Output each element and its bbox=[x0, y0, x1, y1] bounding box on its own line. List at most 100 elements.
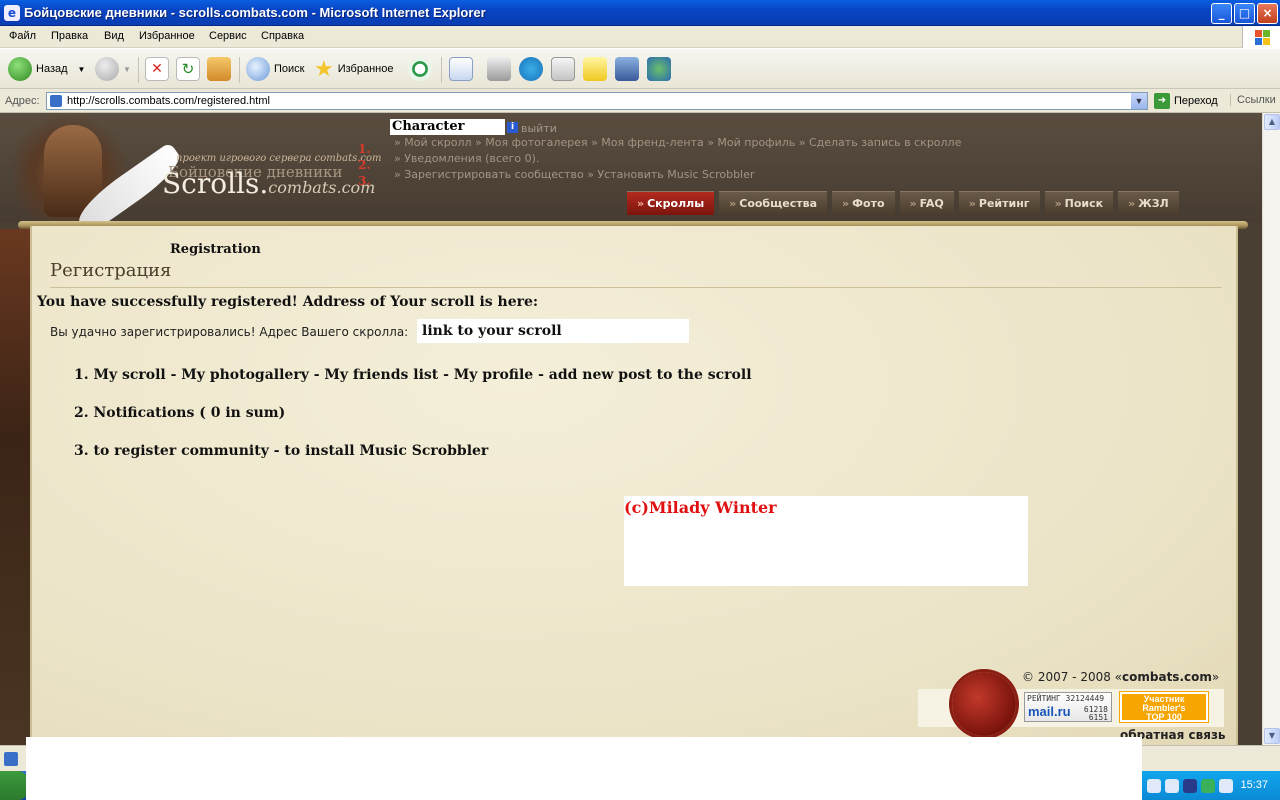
page-title: Регистрация bbox=[50, 260, 172, 281]
page-content: проект игрового сервера combats.com Бойц… bbox=[0, 113, 1262, 745]
ie-icon: e bbox=[4, 5, 20, 21]
tray-icon[interactable] bbox=[1165, 779, 1179, 793]
tab-faq[interactable]: » FAQ bbox=[899, 191, 954, 215]
status-page-icon bbox=[4, 752, 18, 766]
combats-link[interactable]: combats.com bbox=[1122, 670, 1212, 684]
skype-icon[interactable] bbox=[519, 57, 543, 81]
go-label: Переход bbox=[1174, 94, 1218, 107]
blank-overlay bbox=[26, 737, 1142, 800]
info-icon[interactable]: i bbox=[507, 122, 518, 133]
nav-line-1[interactable]: » Мой скролл » Моя фотогалерея » Моя фре… bbox=[394, 136, 961, 149]
site-header: проект игрового сервера combats.com Бойц… bbox=[0, 113, 1262, 236]
tab-scrolls[interactable]: » Скроллы bbox=[627, 191, 715, 215]
wax-seal-icon bbox=[952, 672, 1016, 736]
close-button[interactable]: × bbox=[1257, 3, 1278, 24]
search-button[interactable]: Поиск bbox=[246, 55, 304, 83]
minimize-button[interactable]: _ bbox=[1211, 3, 1232, 24]
list-item: 2. Notifications ( 0 in sum) bbox=[74, 405, 286, 421]
research-icon[interactable] bbox=[615, 57, 639, 81]
history-icon[interactable] bbox=[408, 57, 432, 81]
search-icon bbox=[246, 57, 270, 81]
site-tabs: » Скроллы » Сообщества » Фото » FAQ » Рейтинг… bbox=[627, 191, 1179, 215]
search-label: Поиск bbox=[274, 63, 305, 75]
refresh-icon[interactable]: ↻ bbox=[176, 57, 200, 81]
scroll-up-icon[interactable]: ▲ bbox=[1264, 114, 1280, 130]
toolbar-separator bbox=[441, 57, 442, 83]
mail-icon[interactable] bbox=[449, 57, 473, 81]
toolbar: Назад ▼ ▼ ✕ ↻ Поиск ★ Избранное bbox=[0, 49, 1280, 89]
menu-tools[interactable]: Сервис bbox=[209, 30, 247, 42]
go-arrow-icon: ➜ bbox=[1154, 93, 1170, 109]
favorites-label: Избранное bbox=[337, 63, 394, 75]
success-message-ru: Вы удачно зарегистрировались! Адрес Ваше… bbox=[50, 325, 409, 339]
forward-arrow-icon bbox=[95, 57, 119, 81]
toolbar-separator bbox=[239, 57, 240, 83]
nav-line-2[interactable]: » Уведомления (всего 0). bbox=[394, 152, 539, 165]
scroll-link[interactable]: link to your scroll bbox=[417, 319, 689, 343]
star-icon: ★ bbox=[314, 56, 334, 81]
address-dropdown-icon[interactable]: ▼ bbox=[1131, 93, 1147, 109]
tab-search[interactable]: » Поиск bbox=[1044, 191, 1114, 215]
go-button[interactable]: ➜ Переход bbox=[1154, 93, 1218, 109]
window-title: Бойцовские дневники - scrolls.combats.co… bbox=[24, 5, 486, 20]
tab-photo[interactable]: » Фото bbox=[832, 191, 895, 215]
start-button[interactable] bbox=[0, 771, 28, 800]
menu-help[interactable]: Справка bbox=[261, 30, 304, 42]
forward-dropdown-icon: ▼ bbox=[123, 64, 131, 74]
home-icon[interactable] bbox=[207, 57, 231, 81]
credit-box: (c)Milady Winter bbox=[624, 496, 1028, 586]
address-input[interactable]: http://scrolls.combats.com/registered.ht… bbox=[46, 92, 1148, 110]
parchment-panel: Registration Регистрация You have succes… bbox=[30, 226, 1238, 745]
tab-communities[interactable]: » Сообщества bbox=[719, 191, 828, 215]
tab-zhzl[interactable]: » ЖЗЛ bbox=[1118, 191, 1179, 215]
site-logo[interactable]: Scrolls.combats.com bbox=[162, 167, 375, 200]
registration-heading: Registration bbox=[170, 242, 261, 257]
list-item: 1. My scroll - My photogallery - My frie… bbox=[74, 367, 752, 383]
tab-rating[interactable]: » Рейтинг bbox=[958, 191, 1040, 215]
window-titlebar: e Бойцовские дневники - scrolls.combats.… bbox=[0, 0, 1280, 26]
address-url: http://scrolls.combats.com/registered.ht… bbox=[67, 95, 270, 107]
windows-logo-icon bbox=[1242, 26, 1280, 48]
menu-view[interactable]: Вид bbox=[104, 30, 124, 42]
system-tray: 15:37 bbox=[1140, 771, 1280, 800]
mailru-rating-badge[interactable]: РЕЙТИНГ 32124449 mail.ru 61218 6151 bbox=[1024, 692, 1112, 722]
menu-file[interactable]: Файл bbox=[9, 30, 36, 42]
menu-favorites[interactable]: Избранное bbox=[139, 30, 195, 42]
copyright: © 2007 - 2008 «combats.com» bbox=[1022, 670, 1220, 684]
back-button[interactable]: Назад ▼ bbox=[8, 55, 85, 83]
nav-numbers: 1. 2. 3. bbox=[358, 142, 371, 188]
vertical-scrollbar[interactable]: ▲ ▼ bbox=[1262, 113, 1280, 745]
tray-icon[interactable] bbox=[1201, 779, 1215, 793]
character-name[interactable]: Character bbox=[390, 119, 505, 135]
note-icon[interactable] bbox=[583, 57, 607, 81]
messenger-icon[interactable] bbox=[647, 57, 671, 81]
menu-edit[interactable]: Правка bbox=[51, 30, 88, 42]
scroll-down-icon[interactable]: ▼ bbox=[1264, 728, 1280, 744]
links-button[interactable]: Ссылки bbox=[1230, 94, 1276, 106]
clock: 15:37 bbox=[1240, 779, 1268, 791]
page-icon bbox=[50, 95, 62, 107]
address-bar: Адрес: http://scrolls.combats.com/regist… bbox=[0, 89, 1280, 113]
toolbar-separator bbox=[138, 57, 139, 83]
back-dropdown-icon[interactable]: ▼ bbox=[78, 65, 86, 74]
print-icon[interactable] bbox=[487, 57, 511, 81]
back-label: Назад bbox=[36, 63, 68, 75]
nav-line-3[interactable]: » Зарегистрировать сообщество » Установи… bbox=[394, 168, 754, 181]
menu-bar: Файл Правка Вид Избранное Сервис Справка bbox=[0, 26, 1280, 48]
credit-text: (c)Milady Winter bbox=[624, 498, 777, 517]
network-icon[interactable] bbox=[1219, 779, 1233, 793]
favorites-button[interactable]: ★ Избранное bbox=[314, 55, 393, 83]
tray-icon[interactable] bbox=[1147, 779, 1161, 793]
stop-icon[interactable]: ✕ bbox=[145, 57, 169, 81]
list-item: 3. to register community - to install Mu… bbox=[74, 443, 489, 459]
back-arrow-icon bbox=[8, 57, 32, 81]
logout-link[interactable]: выйти bbox=[521, 122, 557, 135]
maximize-button[interactable]: □ bbox=[1234, 3, 1255, 24]
divider bbox=[50, 287, 1222, 288]
right-decoration bbox=[1238, 229, 1262, 745]
edit-icon[interactable] bbox=[551, 57, 575, 81]
tray-icon[interactable] bbox=[1183, 779, 1197, 793]
forward-button[interactable]: ▼ bbox=[95, 55, 131, 83]
rambler-top100-badge[interactable]: Участник Rambler's TOP 100 bbox=[1119, 691, 1209, 723]
success-message: You have successfully registered! Addres… bbox=[37, 294, 539, 310]
